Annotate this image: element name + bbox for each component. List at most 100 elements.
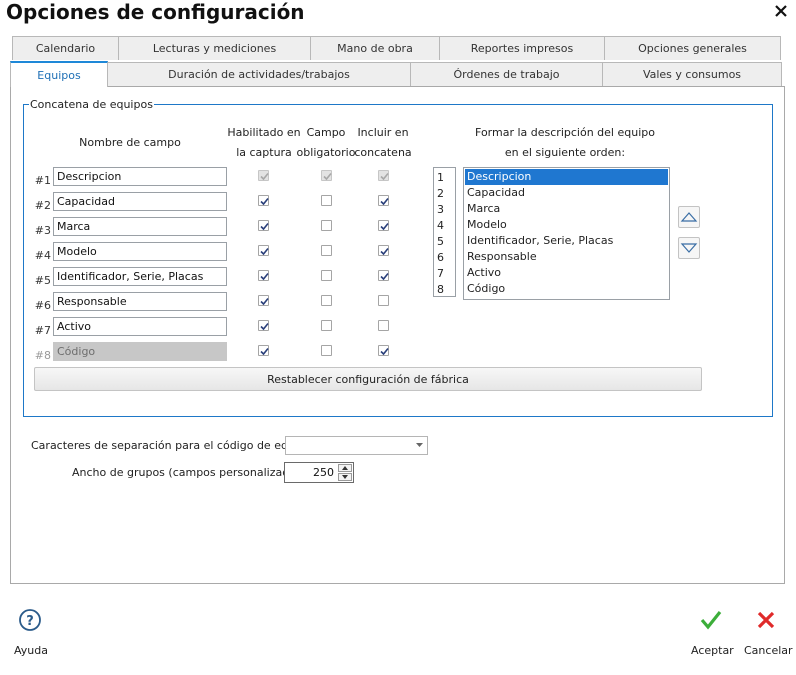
tab-reportes-impresos[interactable]: Reportes impresos (439, 36, 605, 60)
reset-label: Restablecer configuración de fábrica (267, 372, 469, 386)
row-number: #4 (34, 249, 51, 262)
header-required-line2: obligatorio (296, 146, 356, 159)
tab-label: Lecturas y mediciones (152, 42, 277, 55)
required-checkbox[interactable] (321, 270, 332, 281)
group-width-spinner[interactable]: 250 (284, 462, 354, 483)
move-up-button[interactable] (678, 206, 700, 228)
include-checkbox[interactable] (378, 295, 389, 306)
required-checkbox[interactable] (321, 295, 332, 306)
include-checkbox[interactable] (378, 270, 389, 281)
row-number: #8 (34, 349, 51, 362)
cancel-x-icon[interactable] (756, 610, 776, 630)
enabled-checkbox[interactable] (258, 345, 269, 356)
spin-down-button[interactable] (338, 473, 352, 481)
check-icon (260, 322, 269, 331)
order-list-item[interactable]: Activo (465, 265, 668, 281)
header-include-line1: Incluir en (357, 126, 409, 139)
field-name-input: Código (53, 342, 227, 361)
row-number: #2 (34, 199, 51, 212)
required-checkbox[interactable] (321, 195, 332, 206)
field-name-input[interactable]: Responsable (53, 292, 227, 311)
check-icon (380, 247, 389, 256)
order-number: 4 (437, 219, 444, 232)
tab-mano-de-obra[interactable]: Mano de obra (310, 36, 440, 60)
order-list-item[interactable]: Marca (465, 201, 668, 217)
field-name-input[interactable]: Marca (53, 217, 227, 236)
accept-label[interactable]: Aceptar (691, 644, 734, 657)
triangle-up-icon (680, 212, 698, 222)
include-checkbox[interactable] (378, 245, 389, 256)
field-name-input[interactable]: Identificador, Serie, Placas (53, 267, 227, 286)
enabled-checkbox[interactable] (258, 220, 269, 231)
order-number: 8 (437, 283, 444, 296)
field-name-input[interactable]: Modelo (53, 242, 227, 261)
tab-calendario[interactable]: Calendario (12, 36, 119, 60)
order-number: 1 (437, 171, 444, 184)
order-list-item[interactable]: Código (465, 281, 668, 297)
group-legend: Concatena de equipos (29, 98, 154, 111)
tab-vales-y-consumos[interactable]: Vales y consumos (602, 62, 782, 86)
tab-ordenes-de-trabajo[interactable]: Órdenes de trabajo (410, 62, 603, 86)
chevron-down-icon (416, 443, 423, 447)
close-icon[interactable] (774, 4, 788, 18)
check-icon (260, 347, 269, 356)
header-enabled-line1: Habilitado en (227, 126, 301, 139)
enabled-checkbox[interactable] (258, 295, 269, 306)
spin-up-icon (342, 466, 348, 470)
row-number: #7 (34, 324, 51, 337)
help-label[interactable]: Ayuda (14, 644, 48, 657)
tab-label: Equipos (37, 68, 81, 82)
field-name-input[interactable]: Capacidad (53, 192, 227, 211)
tab-opciones-generales[interactable]: Opciones generales (604, 36, 781, 60)
order-list-item[interactable]: Responsable (465, 249, 668, 265)
separator-combo[interactable] (285, 436, 428, 455)
required-checkbox[interactable] (321, 320, 332, 331)
required-checkbox[interactable] (321, 245, 332, 256)
field-name-input[interactable]: Activo (53, 317, 227, 336)
include-checkbox[interactable] (378, 195, 389, 206)
reset-defaults-button[interactable]: Restablecer configuración de fábrica (34, 367, 702, 391)
row-number: #6 (34, 299, 51, 312)
include-checkbox[interactable] (378, 220, 389, 231)
separator-label: Caracteres de separación para el código … (31, 439, 316, 452)
tab-label: Opciones generales (638, 42, 747, 55)
enabled-checkbox[interactable] (258, 320, 269, 331)
header-enabled-line2: la captura (236, 146, 292, 159)
check-icon (260, 272, 269, 281)
enabled-checkbox[interactable] (258, 195, 269, 206)
tab-label: Duración de actividades/trabajos (168, 68, 350, 81)
check-icon (380, 272, 389, 281)
required-checkbox[interactable] (321, 345, 332, 356)
order-list-item[interactable]: Descripcion (465, 169, 668, 185)
row-number: #3 (34, 224, 51, 237)
enabled-checkbox[interactable] (258, 245, 269, 256)
order-list-item[interactable]: Capacidad (465, 185, 668, 201)
include-checkbox[interactable] (378, 320, 389, 331)
cancel-label[interactable]: Cancelar (744, 644, 793, 657)
order-list-item[interactable]: Modelo (465, 217, 668, 233)
help-icon[interactable]: ? (18, 608, 42, 632)
tab-equipos[interactable]: Equipos (10, 61, 108, 87)
triangle-down-icon (680, 243, 698, 253)
move-down-button[interactable] (678, 237, 700, 259)
tab-label: Reportes impresos (470, 42, 574, 55)
required-checkbox (321, 170, 332, 181)
enabled-checkbox[interactable] (258, 270, 269, 281)
checkmark-icon[interactable] (700, 609, 722, 631)
check-icon (260, 297, 269, 306)
check-icon (260, 197, 269, 206)
include-checkbox[interactable] (378, 345, 389, 356)
header-required-line1: Campo (306, 126, 346, 139)
tab-label: Mano de obra (337, 42, 413, 55)
order-listbox[interactable]: Descripcion Capacidad Marca Modelo Identific… (463, 167, 670, 300)
tab-lecturas[interactable]: Lecturas y mediciones (118, 36, 311, 60)
field-name-input[interactable]: Descripcion (53, 167, 227, 186)
required-checkbox[interactable] (321, 220, 332, 231)
header-field-name: Nombre de campo (79, 136, 181, 149)
spin-up-button[interactable] (338, 464, 352, 472)
header-order-line2: en el siguiente orden: (504, 146, 626, 159)
order-number: 2 (437, 187, 444, 200)
order-list-item[interactable]: Identificador, Serie, Placas (465, 233, 668, 249)
check-icon (380, 347, 389, 356)
tab-duracion[interactable]: Duración de actividades/trabajos (107, 62, 411, 86)
